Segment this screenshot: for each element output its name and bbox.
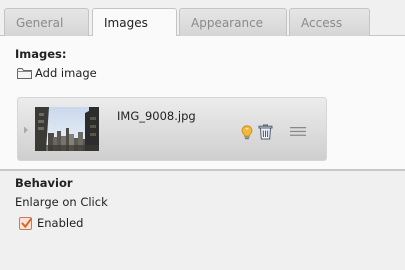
tab-general-label: General <box>16 16 64 30</box>
add-image-label: Add image <box>35 66 97 80</box>
enlarge-on-click-label: Enlarge on Click <box>15 195 108 209</box>
tab-appearance-label: Appearance <box>191 16 264 30</box>
images-section-title: Images: <box>15 47 67 61</box>
behavior-section: Behavior Enlarge on Click Enabled <box>0 171 405 270</box>
images-panel: Images: Add image IMG_9008.jpg <box>0 36 405 169</box>
image-thumbnail[interactable] <box>35 107 99 151</box>
tab-access[interactable]: Access <box>289 8 370 36</box>
add-image-button[interactable]: Add image <box>17 65 97 81</box>
tab-appearance[interactable]: Appearance <box>179 8 287 36</box>
trash-icon[interactable] <box>258 124 273 140</box>
image-filename: IMG_9008.jpg <box>117 109 196 123</box>
checkmark-icon <box>21 218 32 228</box>
enabled-checkbox[interactable] <box>19 217 32 230</box>
drag-handle-icon[interactable] <box>290 127 306 136</box>
behavior-title: Behavior <box>15 176 73 190</box>
tab-general[interactable]: General <box>4 8 89 36</box>
folder-icon <box>17 68 32 79</box>
lightbulb-icon[interactable] <box>241 125 253 140</box>
tab-bar: General Images Appearance Access <box>0 0 405 37</box>
expand-arrow-icon[interactable] <box>23 126 29 134</box>
enabled-label[interactable]: Enabled <box>37 216 83 230</box>
image-list-item[interactable]: IMG_9008.jpg <box>17 97 327 161</box>
tab-images-label: Images <box>104 16 148 30</box>
tab-images[interactable]: Images <box>92 8 177 37</box>
tab-access-label: Access <box>301 16 343 30</box>
